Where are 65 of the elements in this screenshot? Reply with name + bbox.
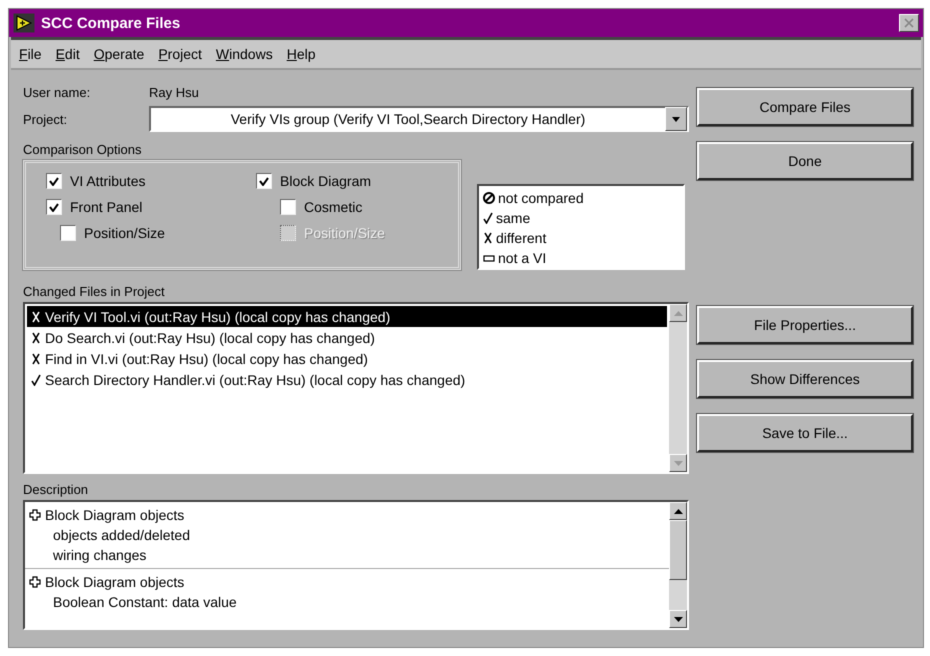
file-row[interactable]: Verify VI Tool.vi (out:Ray Hsu) (local copy has changed)	[27, 306, 667, 327]
legend-label: same	[496, 210, 530, 226]
cross-icon	[31, 332, 41, 344]
action-button[interactable]: Compare Files	[697, 88, 913, 126]
file-row[interactable]: Search Directory Handler.vi (out:Ray Hsu) (local copy has changed)	[27, 369, 667, 390]
menu-item[interactable]: File	[19, 46, 42, 62]
cross-icon	[31, 310, 41, 322]
description-line: objects added/deleted	[52, 526, 191, 545]
no-entry-icon	[483, 192, 495, 204]
checkbox-label: Cosmetic	[304, 199, 362, 215]
field-label: User name:	[23, 84, 92, 100]
description-heading: Block Diagram objects	[45, 574, 184, 590]
checkbox[interactable]	[256, 173, 272, 189]
dropdown-arrow-icon	[672, 116, 680, 122]
checkbox-label: Position/Size	[84, 225, 165, 241]
down-arrow-icon	[674, 616, 682, 622]
field-label: Project:	[23, 112, 68, 126]
legend-label: different	[496, 230, 546, 246]
scrollbar[interactable]	[669, 502, 687, 628]
checkbox[interactable]	[280, 199, 296, 215]
description-heading: Block Diagram objects	[45, 507, 184, 523]
checkbox-label: VI Attributes	[70, 173, 146, 189]
checkbox-label: Front Panel	[70, 199, 142, 215]
menu-item[interactable]: Project	[158, 46, 202, 62]
check-icon	[483, 212, 493, 224]
checkbox[interactable]	[46, 173, 62, 189]
cross-icon	[483, 232, 493, 244]
file-row[interactable]: Find in VI.vi (out:Ray Hsu) (local copy has changed)	[27, 348, 667, 369]
check-icon	[49, 202, 59, 212]
legend-label: not a VI	[498, 250, 546, 266]
menu-item[interactable]: Windows	[216, 46, 273, 62]
check-icon	[49, 176, 59, 186]
menu-item[interactable]: Edit	[56, 46, 80, 62]
close-icon	[903, 18, 915, 28]
file-row[interactable]: Do Search.vi (out:Ray Hsu) (local copy has changed)	[27, 327, 667, 348]
checkbox-label: Block Diagram	[280, 173, 372, 189]
action-button[interactable]: File Properties...	[697, 306, 913, 344]
description-line: Boolean Constant: data value	[52, 593, 238, 612]
scrollbar[interactable]	[669, 304, 687, 472]
check-icon	[259, 176, 269, 186]
up-arrow-icon	[674, 508, 682, 514]
section-label: Changed Files in Project	[23, 284, 166, 301]
action-button[interactable]: Done	[697, 142, 913, 180]
checkbox[interactable]	[60, 225, 76, 241]
section-label: Comparison Options	[23, 142, 142, 159]
legend-label: not compared	[498, 190, 584, 206]
section-label: Description	[23, 482, 90, 499]
project-dropdown[interactable]: Verify VIs group (Verify VI Tool,Search Directory Handler)	[149, 106, 689, 132]
checkbox[interactable]	[46, 199, 62, 215]
down-arrow-icon	[674, 460, 682, 466]
check-icon	[31, 374, 41, 386]
action-button[interactable]: Show Differences	[697, 360, 913, 398]
user-name: Ray Hsu	[149, 84, 199, 100]
plus-icon	[29, 576, 41, 588]
description-line: wiring changes	[52, 546, 148, 565]
cross-icon	[31, 352, 41, 364]
app-icon	[13, 13, 35, 33]
action-button[interactable]: Save to File...	[697, 414, 913, 452]
up-arrow-icon	[674, 310, 682, 316]
close-button[interactable]	[899, 14, 919, 32]
menu-item[interactable]: Operate	[94, 46, 144, 62]
plus-icon	[29, 509, 41, 521]
window-title: SCC Compare Files	[41, 14, 182, 32]
checkbox-label: Position/Size	[304, 225, 385, 241]
menu-item[interactable]: Help	[286, 46, 316, 62]
